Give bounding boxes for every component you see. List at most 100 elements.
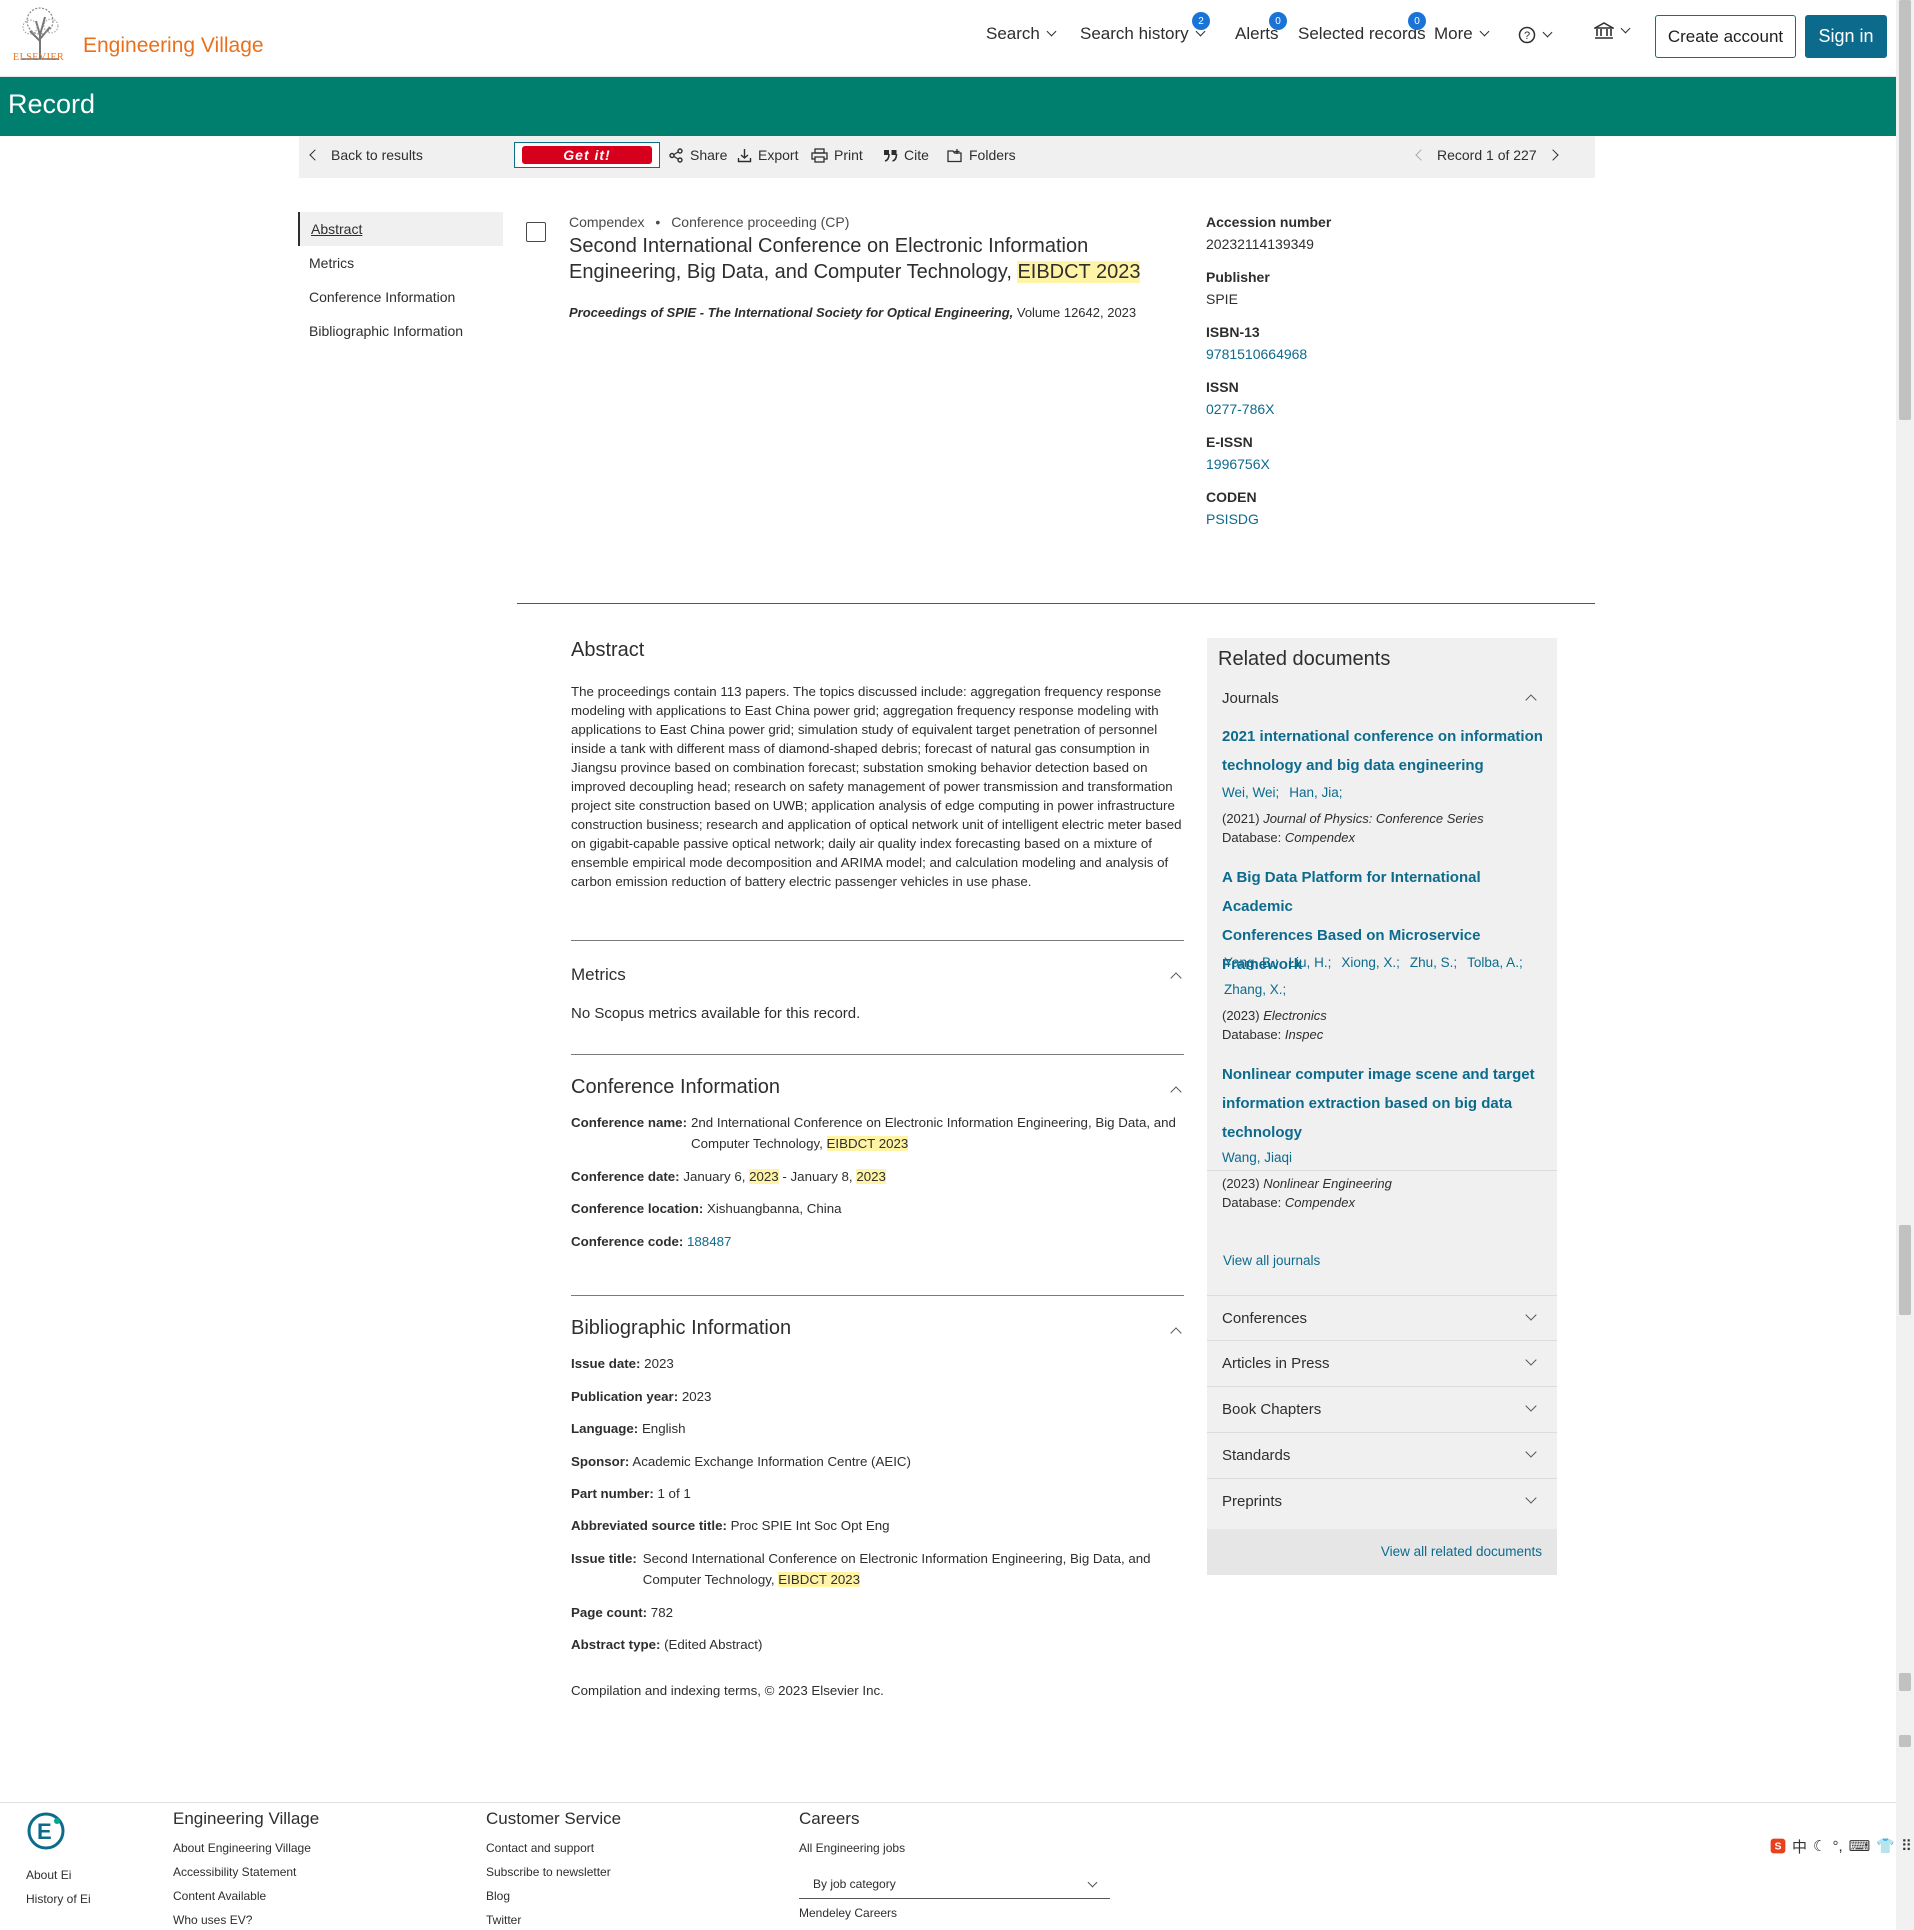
- footer-link[interactable]: Subscribe to newsletter: [486, 1860, 621, 1884]
- nav-search-history[interactable]: Search history 2: [1080, 12, 1210, 44]
- copyright-notice: Compilation and indexing terms, © 2023 E…: [571, 1683, 884, 1698]
- author-link[interactable]: Han, Jia;: [1289, 785, 1342, 800]
- section-nav-conference[interactable]: Conference Information: [298, 280, 503, 314]
- previous-record-icon[interactable]: [1415, 149, 1427, 161]
- create-account-button[interactable]: Create account: [1655, 15, 1796, 58]
- abstract-type: Abstract type: (Edited Abstract): [571, 1634, 762, 1655]
- footer-link[interactable]: Mendeley Careers: [799, 1901, 897, 1925]
- moon-icon[interactable]: ☾: [1813, 1837, 1826, 1855]
- nav-alerts[interactable]: Alerts 0: [1235, 12, 1287, 44]
- author-link[interactable]: Zhang, X.;: [1224, 982, 1286, 997]
- chevron-up-icon[interactable]: [1170, 972, 1182, 984]
- footer-link[interactable]: Twitter: [486, 1908, 621, 1930]
- abstract-text: The proceedings contain 113 papers. The …: [571, 684, 1182, 889]
- section-nav-abstract[interactable]: Abstract: [298, 212, 503, 246]
- folders-button[interactable]: Folders: [947, 147, 1016, 163]
- brand-name[interactable]: Engineering Village: [83, 34, 264, 58]
- about-ei-link[interactable]: About Ei: [26, 1863, 91, 1887]
- nav-help[interactable]: ?: [1518, 26, 1555, 44]
- footer-link[interactable]: Blog: [486, 1884, 621, 1908]
- related-doc-db: Compendex: [1284, 830, 1355, 845]
- sogou-icon[interactable]: S: [1770, 1833, 1786, 1859]
- cite-button[interactable]: Cite: [883, 147, 929, 163]
- ei-logo[interactable]: E: [26, 1811, 66, 1851]
- ime-toolbar[interactable]: S 中 ☾ °, ⌨ 👕 ⠿: [1770, 1832, 1912, 1860]
- conference-heading[interactable]: Conference Information: [571, 1076, 780, 1099]
- author-link[interactable]: Yang, B.;: [1224, 955, 1279, 970]
- punctuation-icon[interactable]: °,: [1832, 1838, 1842, 1855]
- author-link[interactable]: Wei, Wei;: [1222, 785, 1279, 800]
- print-button[interactable]: Print: [811, 147, 863, 163]
- eissn-link[interactable]: 1996756X: [1206, 456, 1331, 472]
- related-preprints-toggle[interactable]: Preprints: [1207, 1479, 1557, 1525]
- related-doc-db: Inspec: [1284, 1027, 1324, 1042]
- footer-link[interactable]: About Engineering Village: [173, 1836, 319, 1860]
- quote-icon: [884, 149, 898, 162]
- nav-selected-records[interactable]: Selected records 0: [1298, 12, 1426, 44]
- related-journals-label: Journals: [1222, 690, 1279, 707]
- job-category-select[interactable]: By job category: [799, 1868, 1110, 1899]
- conference-code-link[interactable]: 188487: [687, 1234, 731, 1249]
- view-all-related-link[interactable]: View all related documents: [1381, 1544, 1542, 1559]
- section-nav-metrics[interactable]: Metrics: [298, 246, 503, 280]
- coden-link[interactable]: PSISDG: [1206, 511, 1331, 527]
- page-scrollbar[interactable]: [1896, 0, 1914, 1930]
- author-link[interactable]: Wang, Jiaqi: [1222, 1150, 1292, 1165]
- author-link[interactable]: Xiong, X.;: [1341, 955, 1400, 970]
- share-label: Share: [690, 147, 728, 163]
- ime-language[interactable]: 中: [1792, 1836, 1807, 1857]
- view-all-journals-link[interactable]: View all journals: [1223, 1253, 1320, 1268]
- author-link[interactable]: Liu, H.;: [1289, 955, 1332, 970]
- related-book-chapters-toggle[interactable]: Book Chapters: [1207, 1387, 1557, 1433]
- select-record-checkbox[interactable]: [526, 222, 546, 242]
- footer-link[interactable]: Who uses EV?: [173, 1908, 319, 1930]
- back-to-results-link[interactable]: Back to results: [309, 147, 423, 163]
- grid-icon[interactable]: ⠿: [1901, 1837, 1912, 1855]
- issue-title-label: Issue title:: [571, 1551, 637, 1566]
- sponsor-value: Academic Exchange Information Centre (AE…: [632, 1454, 911, 1469]
- author-link[interactable]: Tolba, A.;: [1467, 955, 1523, 970]
- svg-text:S: S: [1775, 1842, 1782, 1853]
- shirt-icon[interactable]: 👕: [1876, 1837, 1895, 1855]
- scrollbar-thumb[interactable]: [1899, 0, 1911, 420]
- share-button[interactable]: Share: [669, 147, 727, 163]
- get-it-button[interactable]: Get it!: [514, 142, 660, 168]
- footer-careers: Careers All Engineering jobs: [799, 1809, 905, 1860]
- footer-link[interactable]: All Engineering jobs: [799, 1836, 905, 1860]
- bibliographic-heading[interactable]: Bibliographic Information: [571, 1317, 791, 1340]
- footer-heading: Careers: [799, 1809, 860, 1828]
- sponsor: Sponsor: Academic Exchange Information C…: [571, 1451, 911, 1472]
- export-button[interactable]: Export: [737, 147, 798, 163]
- nav-search[interactable]: Search: [986, 24, 1059, 44]
- section-nav-bibliographic[interactable]: Bibliographic Information: [298, 314, 503, 348]
- related-doc-title[interactable]: 2021 international conference on informa…: [1222, 722, 1552, 780]
- metrics-heading[interactable]: Metrics: [571, 965, 626, 985]
- related-doc-source: Nonlinear Engineering: [1263, 1176, 1392, 1191]
- related-standards-toggle[interactable]: Standards: [1207, 1433, 1557, 1479]
- chevron-up-icon[interactable]: [1170, 1327, 1182, 1339]
- related-doc-title-line: Conferences Based on Microservice: [1222, 927, 1481, 944]
- related-journals-toggle[interactable]: Journals: [1207, 676, 1557, 722]
- divider: [571, 1295, 1184, 1296]
- nav-more[interactable]: More: [1434, 24, 1492, 44]
- related-doc-title[interactable]: Nonlinear computer image scene and targe…: [1222, 1060, 1552, 1147]
- keyboard-icon[interactable]: ⌨: [1849, 1837, 1871, 1855]
- isbn-link[interactable]: 9781510664968: [1206, 346, 1331, 362]
- record-facts: Accession number 20232114139349 Publishe…: [1206, 214, 1331, 544]
- footer-link[interactable]: Contact and support: [486, 1836, 621, 1860]
- nav-institution[interactable]: [1594, 22, 1633, 40]
- related-conferences-toggle[interactable]: Conferences: [1207, 1295, 1557, 1341]
- record-title-text: Second International Conference on Elect…: [569, 235, 1089, 283]
- institution-icon: [1594, 22, 1614, 39]
- history-count-badge: 2: [1192, 12, 1210, 30]
- chevron-up-icon[interactable]: [1170, 1086, 1182, 1098]
- related-articles-in-press-toggle[interactable]: Articles in Press: [1207, 1341, 1557, 1387]
- next-record-icon[interactable]: [1546, 149, 1559, 161]
- footer-link[interactable]: Content Available: [173, 1884, 319, 1908]
- author-link[interactable]: Zhu, S.;: [1410, 955, 1457, 970]
- history-of-ei-link[interactable]: History of Ei: [26, 1887, 91, 1911]
- sign-in-button[interactable]: Sign in: [1805, 15, 1887, 58]
- issn-label: ISSN: [1206, 379, 1239, 395]
- issn-link[interactable]: 0277-786X: [1206, 401, 1331, 417]
- footer-link[interactable]: Accessibility Statement: [173, 1860, 319, 1884]
